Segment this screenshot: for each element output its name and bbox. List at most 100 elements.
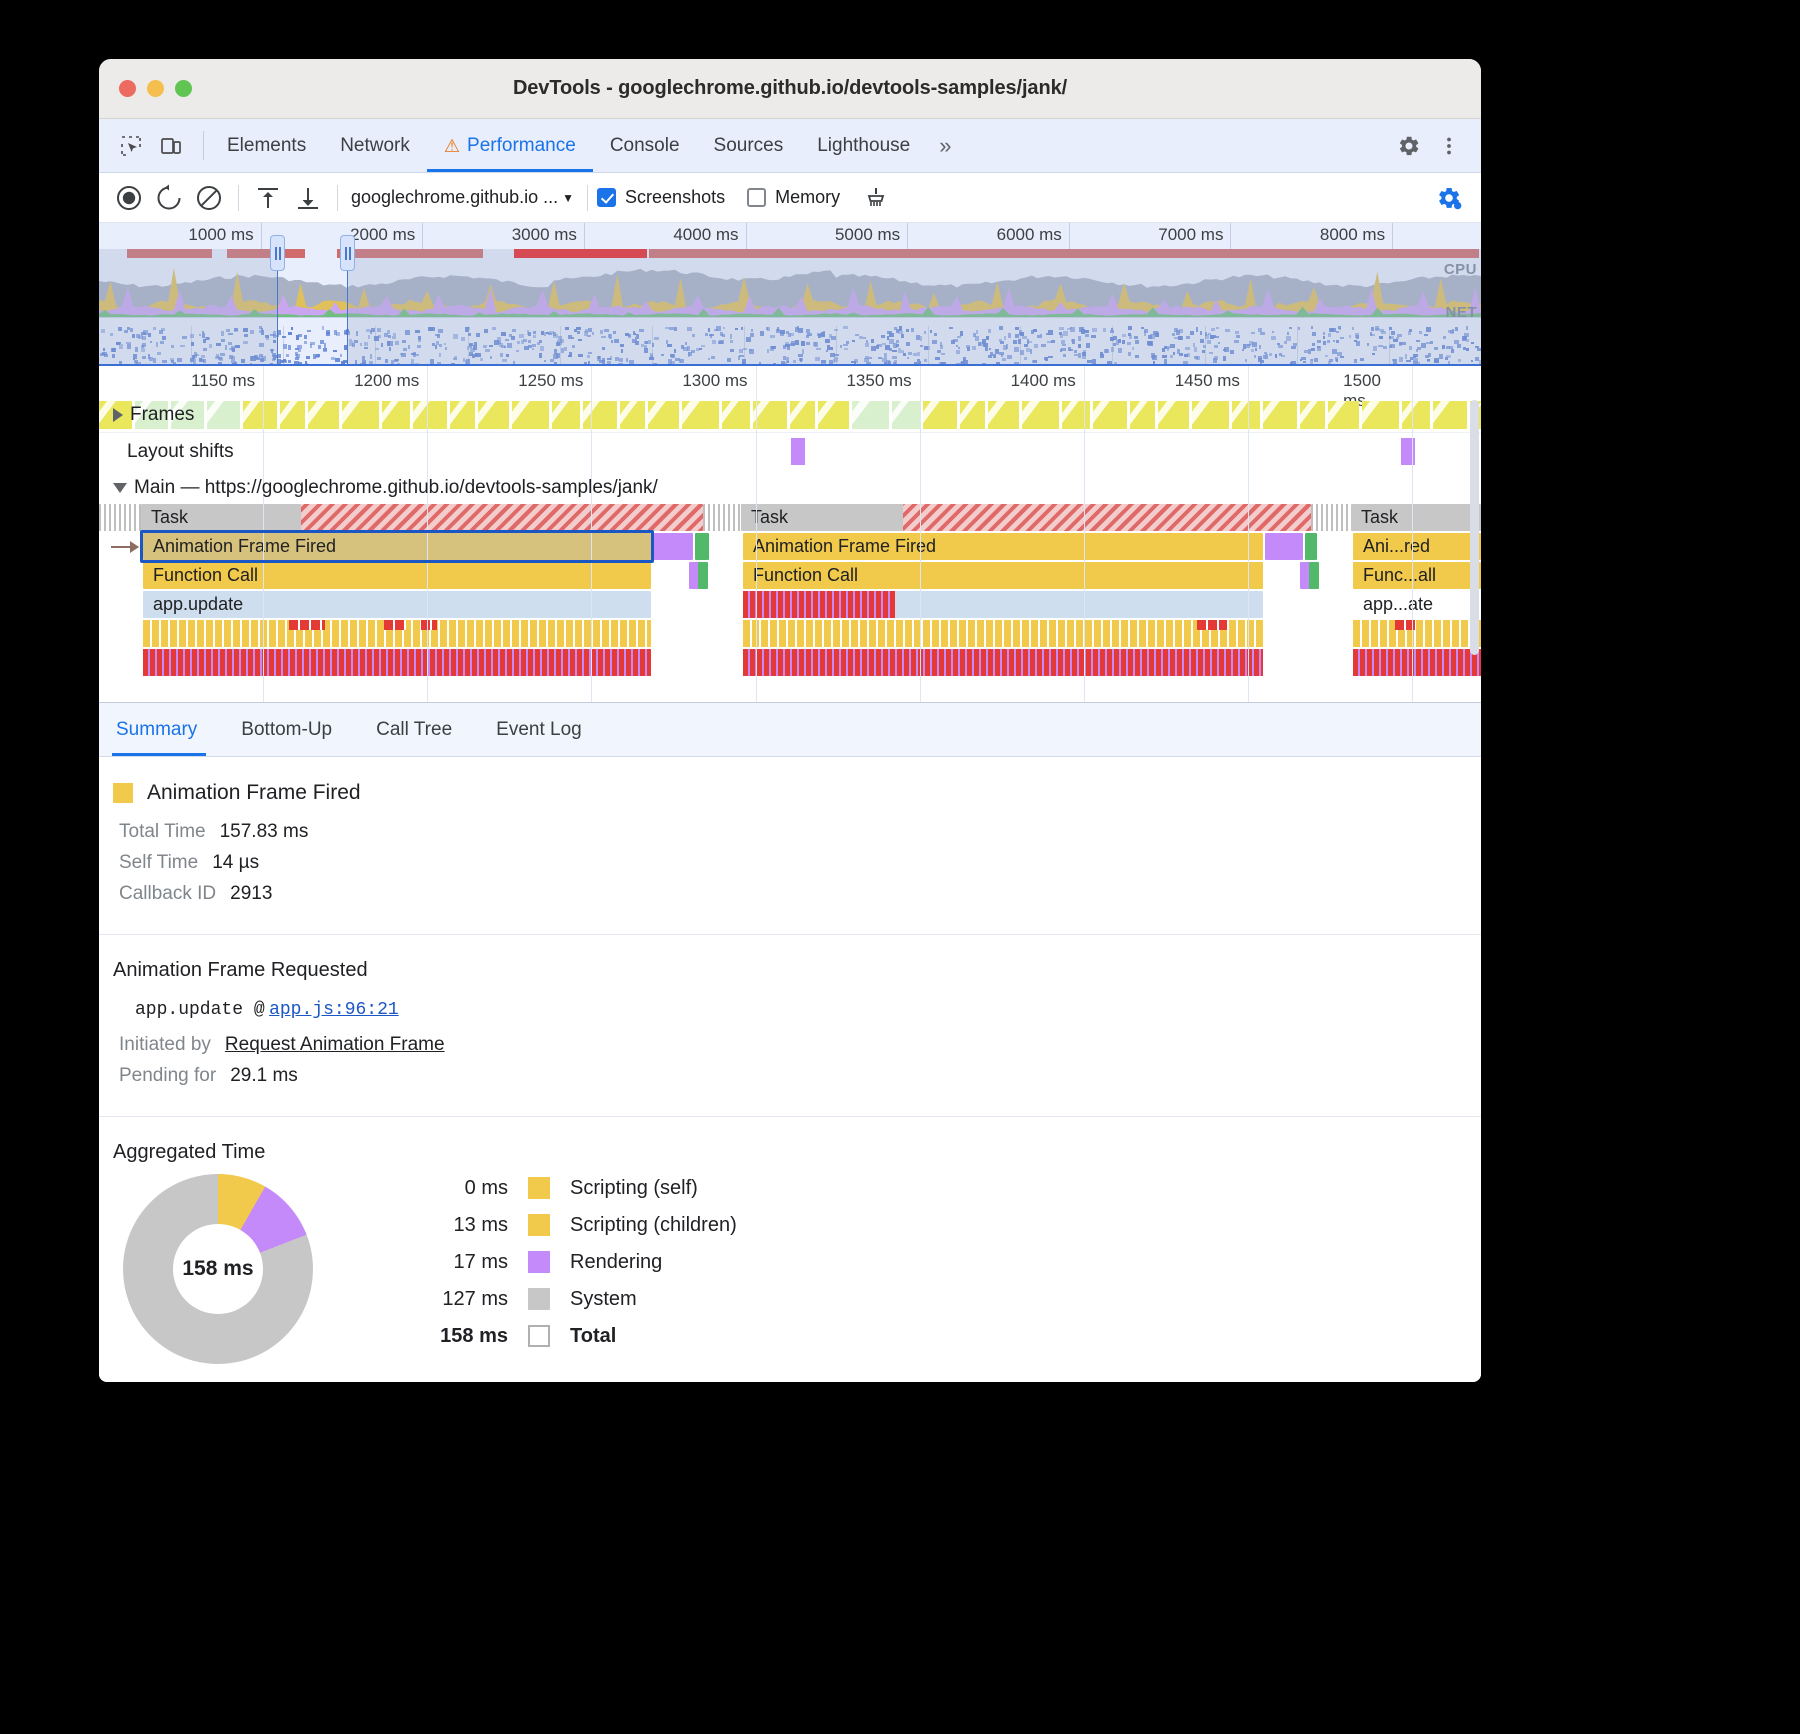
- frame-cell[interactable]: [818, 401, 849, 429]
- flame-block-painting-thin[interactable]: [698, 562, 708, 589]
- tab-console[interactable]: Console: [593, 119, 697, 172]
- frame-cell[interactable]: [722, 401, 750, 429]
- minimize-window-button[interactable]: [147, 80, 164, 97]
- timeline-overview[interactable]: 1000 ms2000 ms3000 ms4000 ms5000 ms6000 …: [99, 223, 1481, 366]
- frame-cell[interactable]: [280, 401, 305, 429]
- frame-cell[interactable]: [413, 401, 447, 429]
- flame-row-micro-rendering[interactable]: [99, 649, 1481, 678]
- flame-block-app-update-label[interactable]: app...ate: [1353, 591, 1481, 618]
- frame-cell[interactable]: [1093, 401, 1127, 429]
- legend-row-scripting-self[interactable]: 0 ms Scripting (self): [420, 1177, 737, 1200]
- load-profile-icon[interactable]: [248, 179, 288, 217]
- tab-elements[interactable]: Elements: [210, 119, 323, 172]
- frame-cell[interactable]: [1300, 401, 1325, 429]
- frame-cell[interactable]: [753, 401, 787, 429]
- more-tabs-icon[interactable]: »: [927, 119, 963, 172]
- tab-bottom-up[interactable]: Bottom-Up: [219, 703, 354, 756]
- screenshots-checkbox[interactable]: Screenshots: [597, 187, 725, 208]
- flame-chart-body[interactable]: Frames Layout shifts Main — https://goog…: [99, 397, 1481, 702]
- initiated-by-link[interactable]: Request Animation Frame: [225, 1034, 445, 1056]
- collect-garbage-icon[interactable]: [856, 179, 896, 217]
- frame-cell[interactable]: [1130, 401, 1155, 429]
- frame-cell[interactable]: [988, 401, 1019, 429]
- main-track-header[interactable]: Main — https://googlechrome.github.io/de…: [99, 469, 1481, 504]
- layout-shift-marker[interactable]: [791, 438, 805, 465]
- frame-cell[interactable]: [1328, 401, 1359, 429]
- frames-track-header[interactable]: Frames: [113, 404, 194, 426]
- frame-cell[interactable]: [852, 401, 889, 429]
- flame-block-painting[interactable]: [695, 533, 709, 560]
- flame-block-painting-thin[interactable]: [1309, 562, 1319, 589]
- layout-shifts-track[interactable]: Layout shifts: [99, 432, 1481, 469]
- frame-cell[interactable]: [308, 401, 339, 429]
- device-toolbar-icon[interactable]: [153, 129, 189, 163]
- frame-cell[interactable]: [478, 401, 509, 429]
- flame-block-function-call[interactable]: Func...all: [1353, 562, 1481, 589]
- frame-cell[interactable]: [243, 401, 277, 429]
- frame-cell[interactable]: [620, 401, 645, 429]
- reload-and-record-icon[interactable]: [149, 179, 189, 217]
- flame-chart-scrollbar[interactable]: [1470, 400, 1479, 655]
- frame-cell[interactable]: [583, 401, 617, 429]
- target-select[interactable]: googlechrome.github.io ... ▼: [347, 187, 578, 208]
- flame-block-animation-frame-selected[interactable]: Animation Frame Fired: [143, 533, 651, 560]
- record-icon[interactable]: [109, 179, 149, 217]
- frame-cell[interactable]: [682, 401, 719, 429]
- maximize-window-button[interactable]: [175, 80, 192, 97]
- flame-row-function-call[interactable]: Function Call Function Call Func...all: [99, 562, 1481, 591]
- frames-track[interactable]: Frames: [99, 397, 1481, 432]
- flame-block-task[interactable]: Task: [141, 504, 301, 531]
- frame-cell[interactable]: [1402, 401, 1430, 429]
- tab-event-log[interactable]: Event Log: [474, 703, 604, 756]
- flame-block-app-update[interactable]: app.update: [143, 591, 651, 618]
- flame-block-long-task[interactable]: [301, 504, 703, 531]
- frame-cell[interactable]: [1433, 401, 1467, 429]
- inspect-element-icon[interactable]: [113, 129, 149, 163]
- frame-cell[interactable]: [892, 401, 920, 429]
- flame-block-rendering[interactable]: [653, 533, 693, 560]
- legend-row-scripting-children[interactable]: 13 ms Scripting (children): [420, 1214, 737, 1237]
- flame-row-animation-frame[interactable]: Animation Frame Fired Animation Frame Fi…: [99, 533, 1481, 562]
- tab-sources[interactable]: Sources: [697, 119, 801, 172]
- tab-call-tree[interactable]: Call Tree: [354, 703, 474, 756]
- flame-block-function-call[interactable]: Function Call: [743, 562, 1263, 589]
- settings-gear-icon[interactable]: [1391, 129, 1427, 163]
- frame-cell[interactable]: [1192, 401, 1229, 429]
- micro-blocks-scripting[interactable]: [743, 620, 1263, 647]
- flame-row-task[interactable]: Task Task Task: [99, 504, 1481, 533]
- frame-cell[interactable]: [207, 401, 240, 429]
- frame-cell[interactable]: [923, 401, 957, 429]
- overview-right-handle[interactable]: [340, 235, 355, 271]
- flame-block-task[interactable]: Task: [1351, 504, 1481, 531]
- frame-cell[interactable]: [450, 401, 475, 429]
- clear-icon[interactable]: [189, 179, 229, 217]
- flame-row-micro-scripting[interactable]: [99, 620, 1481, 649]
- frame-cell[interactable]: [790, 401, 815, 429]
- tab-network[interactable]: Network: [323, 119, 427, 172]
- tab-lighthouse[interactable]: Lighthouse: [800, 119, 927, 172]
- flame-row-app-update[interactable]: app.update app.update app...ate: [99, 591, 1481, 620]
- call-source-link[interactable]: app.js:96:21: [269, 1000, 399, 1020]
- frame-cell[interactable]: [648, 401, 679, 429]
- legend-row-rendering[interactable]: 17 ms Rendering: [420, 1251, 737, 1274]
- frame-cell[interactable]: [552, 401, 580, 429]
- frame-cell[interactable]: [382, 401, 410, 429]
- micro-blocks-rendering[interactable]: [143, 649, 651, 676]
- frame-cell[interactable]: [1362, 401, 1399, 429]
- frame-cell[interactable]: [1232, 401, 1260, 429]
- frame-cell[interactable]: [512, 401, 549, 429]
- micro-blocks-rendering[interactable]: [1353, 649, 1481, 676]
- micro-blocks-rendering[interactable]: [743, 649, 1263, 676]
- flame-block-task[interactable]: Task: [741, 504, 903, 531]
- flame-chart[interactable]: 1150 ms1200 ms1250 ms1300 ms1350 ms1400 …: [99, 366, 1481, 703]
- memory-checkbox[interactable]: Memory: [747, 187, 840, 208]
- flame-block-animation-frame[interactable]: Ani...red: [1353, 533, 1481, 560]
- flame-block-painting[interactable]: [1305, 533, 1317, 560]
- frame-cell[interactable]: [1022, 401, 1059, 429]
- tab-summary[interactable]: Summary: [99, 703, 219, 756]
- frame-cell[interactable]: [1263, 401, 1297, 429]
- main-track-title[interactable]: Main — https://googlechrome.github.io/de…: [113, 477, 658, 499]
- frame-cell[interactable]: [1158, 401, 1189, 429]
- flame-block-rendering[interactable]: [1265, 533, 1303, 560]
- overview-left-handle[interactable]: [270, 235, 285, 271]
